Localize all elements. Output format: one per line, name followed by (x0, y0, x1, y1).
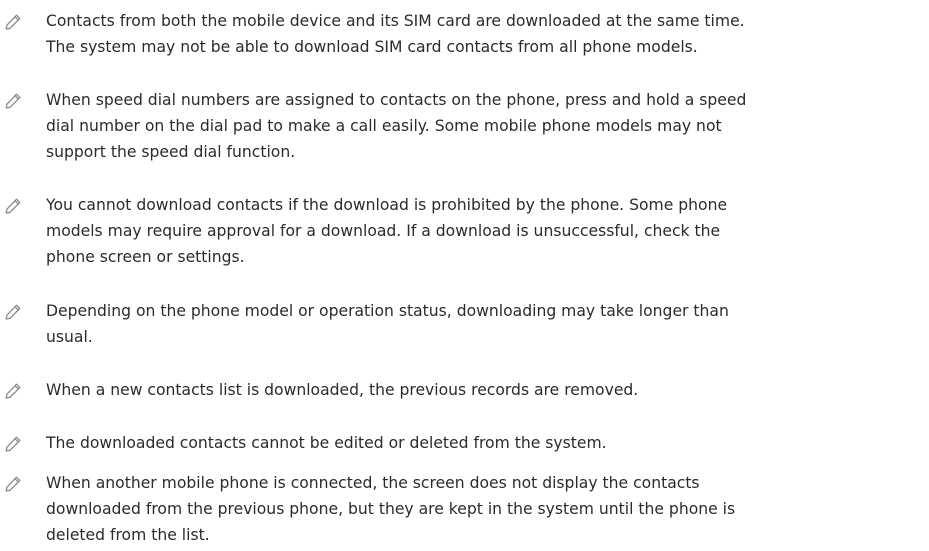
note-text: You cannot download contacts if the down… (46, 192, 929, 270)
pencil-icon (3, 474, 23, 494)
note-line: phone screen or settings. (46, 248, 245, 266)
pencil-icon (3, 434, 23, 454)
note-item: When speed dial numbers are assigned to … (0, 87, 929, 165)
note-item: When a new contacts list is downloaded, … (0, 377, 929, 403)
note-line: models may require approval for a downlo… (46, 222, 721, 240)
pencil-icon (3, 196, 23, 216)
note-line: When a new contacts list is downloaded, … (46, 381, 639, 399)
note-text: When another mobile phone is connected, … (46, 470, 929, 548)
note-item: Depending on the phone model or operatio… (0, 298, 929, 350)
note-line: The system may not be able to download S… (46, 38, 698, 56)
note-item: Contacts from both the mobile device and… (0, 8, 929, 60)
pencil-icon (3, 91, 23, 111)
note-text: Contacts from both the mobile device and… (46, 8, 929, 60)
note-line: deleted from the list. (46, 526, 210, 544)
note-line: Depending on the phone model or operatio… (46, 302, 729, 320)
note-text: Depending on the phone model or operatio… (46, 298, 929, 350)
note-text: When speed dial numbers are assigned to … (46, 87, 929, 165)
note-line: support the speed dial function. (46, 143, 296, 161)
note-line: usual. (46, 328, 93, 346)
note-item: The downloaded contacts cannot be edited… (0, 430, 929, 456)
note-line: The downloaded contacts cannot be edited… (46, 434, 607, 452)
note-line: You cannot download contacts if the down… (46, 196, 728, 214)
note-line: dial number on the dial pad to make a ca… (46, 117, 722, 135)
note-item: You cannot download contacts if the down… (0, 192, 929, 270)
pencil-icon (3, 12, 23, 32)
note-line: When speed dial numbers are assigned to … (46, 91, 747, 109)
pencil-icon (3, 302, 23, 322)
note-line: downloaded from the previous phone, but … (46, 500, 736, 518)
pencil-icon (3, 381, 23, 401)
note-text: The downloaded contacts cannot be edited… (46, 430, 929, 456)
note-text: When a new contacts list is downloaded, … (46, 377, 929, 403)
note-line: When another mobile phone is connected, … (46, 474, 700, 492)
note-line: Contacts from both the mobile device and… (46, 12, 745, 30)
note-item: When another mobile phone is connected, … (0, 470, 929, 548)
